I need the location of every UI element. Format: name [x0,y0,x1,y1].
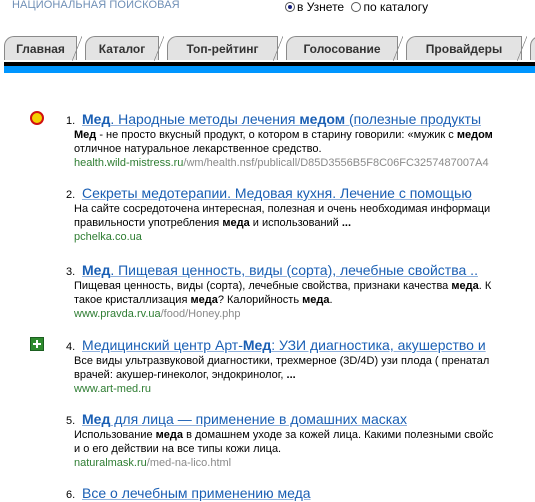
radio-unselected-icon[interactable] [351,2,362,12]
search-result-4: 4. Медицинский центр Арт-Мед: УЗИ диагнос… [66,336,489,396]
medical-cross-icon [30,337,44,351]
result-title-link[interactable]: Все о лечебным применению меда [82,485,311,501]
radio-uznete[interactable]: в Узнете [285,0,344,14]
site-tagline: НАЦИОНАЛЬНАЯ ПОИСКОВАЯ [12,0,180,11]
search-result-6-partial: 6. Все о лечебным применению меда [66,484,311,502]
search-result-5: 5. Мед для лица — применение в домашних м… [66,410,493,470]
result-url[interactable]: health.wild-mistress.ru/wm/health.nsf/pu… [66,156,493,170]
result-snippet-line2: отличное натуральное лекарственное средс… [74,143,322,155]
result-url[interactable]: naturalmask.ru/med-na-lico.html [66,456,493,470]
search-result-3: 3. Мед. Пищевая ценность, виды (сорта), л… [66,261,491,321]
sun-icon [30,111,44,125]
search-scope-radio-group: в Узнете по каталогу [285,0,432,15]
result-number: 5. [66,415,76,427]
main-nav-tabs: Главная Каталог Топ-рейтинг Голосование … [4,36,535,62]
result-snippet: Пищевая ценность, виды (сорта), лечебные… [74,280,492,292]
result-number: 6. [66,489,76,501]
nav-divider-blue [4,66,535,73]
radio-catalog[interactable]: по каталогу [351,0,428,14]
tab-catalog[interactable]: Каталог [85,36,164,61]
tab-voting[interactable]: Голосование [286,36,403,61]
result-number: 3. [66,266,76,278]
search-result-2: 2. Секреты медотерапии. Медовая кухня. Ле… [66,184,490,244]
result-title-link[interactable]: Мед. Пищевая ценность, виды (сорта), леч… [82,262,478,278]
result-snippet: На сайте сосредоточена интересная, полез… [74,203,491,215]
result-number: 2. [66,189,76,201]
result-snippet: Все виды ультразвуковой диагностики, тре… [74,355,490,367]
result-title-link[interactable]: Медицинский центр Арт-Мед: УЗИ диагности… [82,337,486,353]
result-snippet: Использование меда в домашнем уходе за к… [74,429,494,441]
result-snippet-line2: врачей: акушер-гинеколог, эндокринолог, … [74,369,296,381]
search-result-1: 1. Мед. Народные методы лечения медом (по… [66,110,493,170]
result-title-link[interactable]: Секреты медотерапии. Медовая кухня. Лече… [82,185,472,201]
result-title-link[interactable]: Мед для лица — применение в домашних мас… [82,411,407,427]
tab-main[interactable]: Главная [4,36,82,61]
result-title-link[interactable]: Мед. Народные методы лечения медом (поле… [82,111,481,127]
result-number: 1. [66,115,76,127]
result-url[interactable]: www.pravda.rv.ua/food/Honey.php [66,307,491,321]
radio-catalog-label: по каталогу [363,0,429,14]
result-url[interactable]: pchelka.co.ua [66,230,490,244]
result-url[interactable]: www.art-med.ru [66,382,489,396]
tab-top-rating[interactable]: Топ-рейтинг [167,36,283,61]
result-snippet: Мед - не просто вкусный продукт, о котор… [74,129,493,141]
result-snippet-line2: и о его действии на все типы кожи лица. [74,443,282,455]
result-snippet-line2: такое кристаллизация меда? Калорийность … [74,294,333,306]
radio-uznete-label: в Узнете [297,0,345,14]
result-number: 4. [66,341,76,353]
tab-providers[interactable]: Провайдеры [406,36,527,61]
tab-overflow[interactable] [530,36,535,60]
result-snippet-line2: правильности употребления меда и использ… [74,217,352,229]
radio-selected-icon[interactable] [285,2,295,12]
